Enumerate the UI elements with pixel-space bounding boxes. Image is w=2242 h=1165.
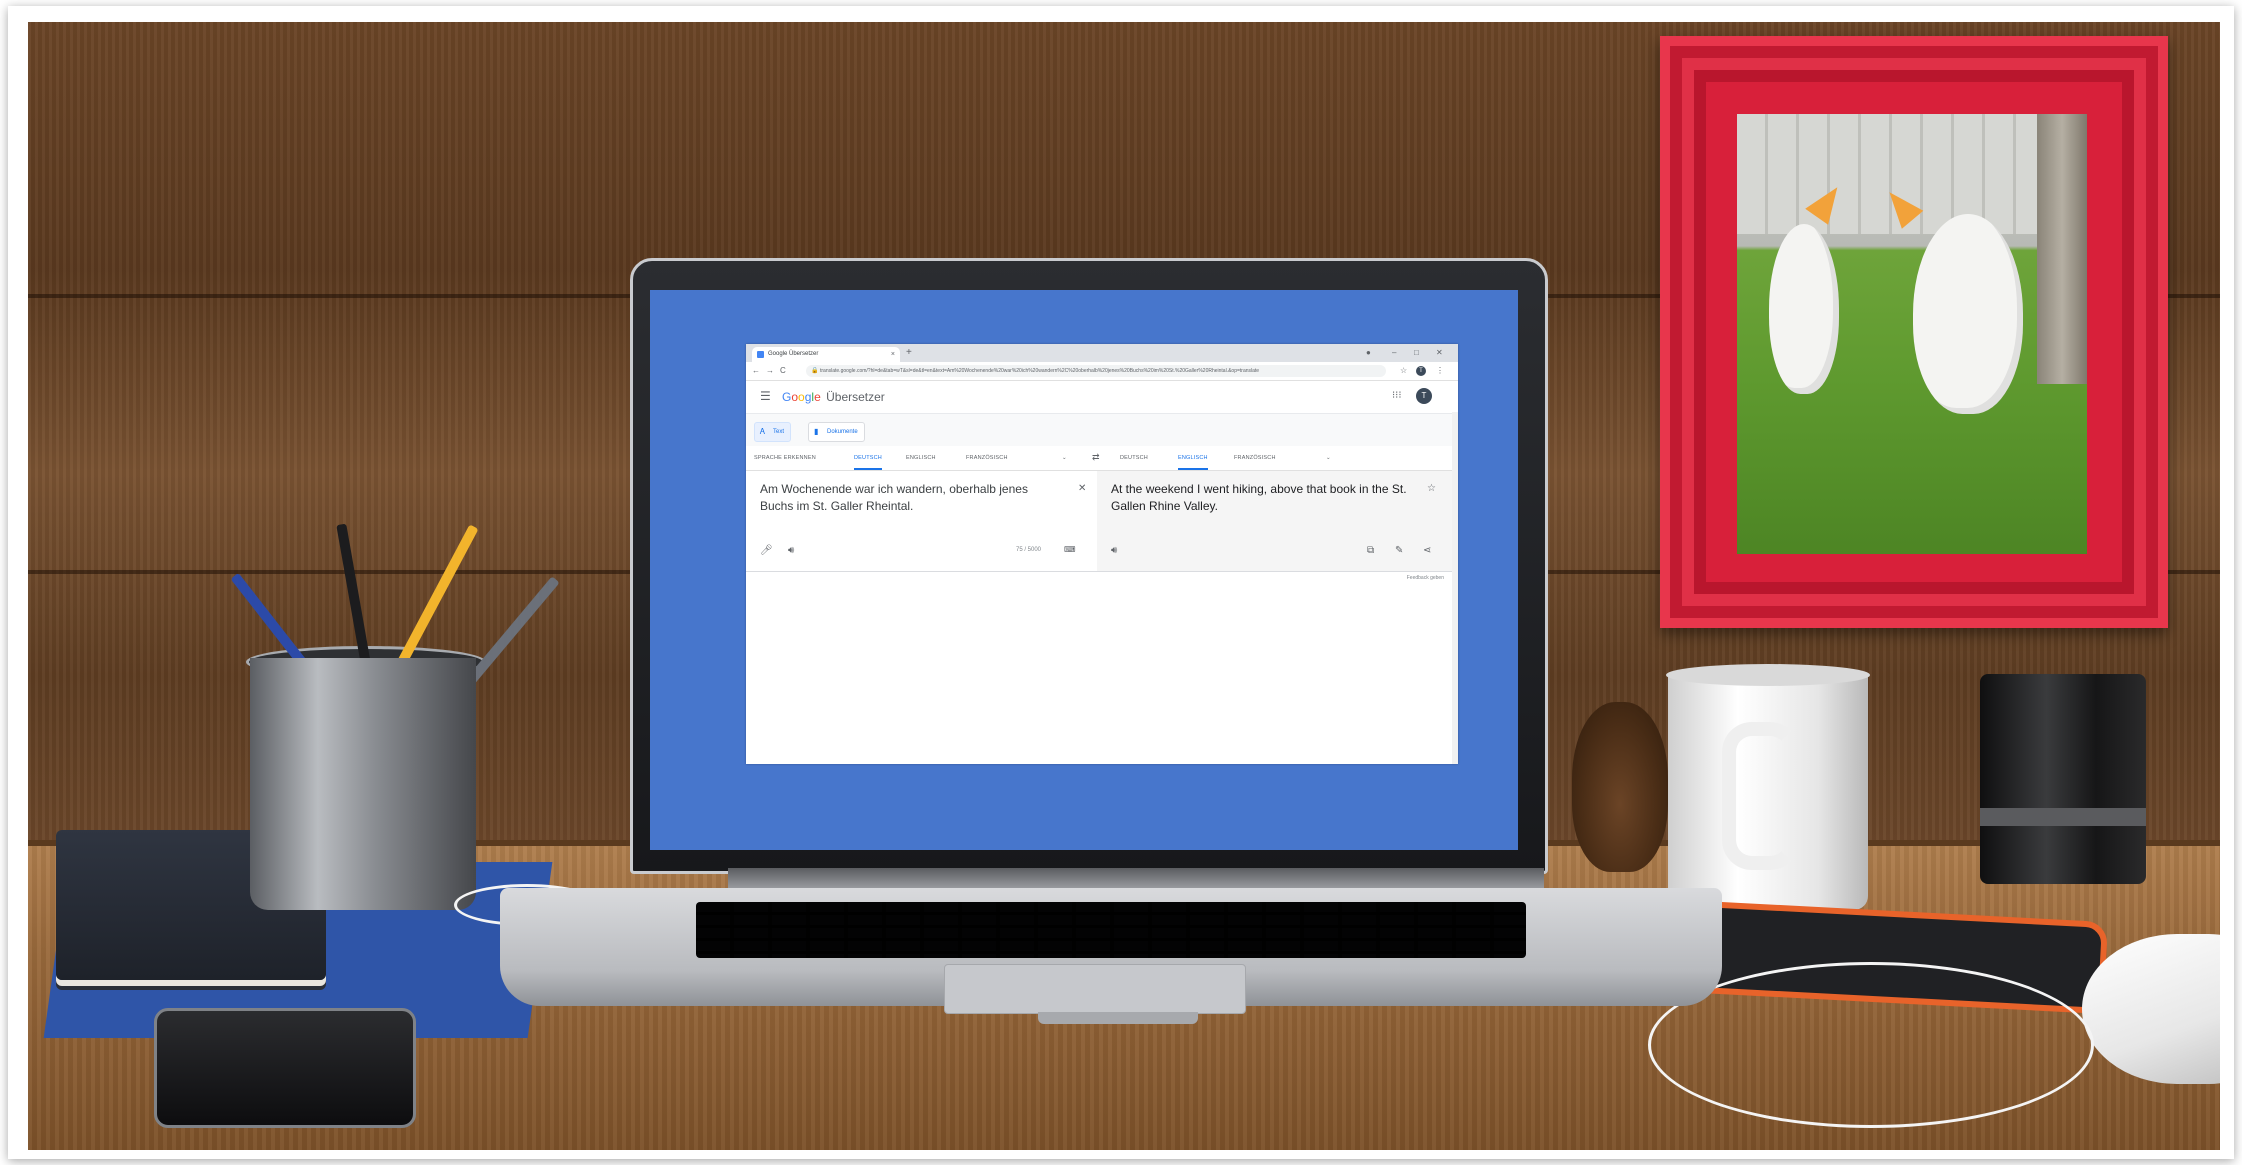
translate-icon: Ꭺ — [760, 427, 766, 436]
character-count: 75 / 5000 — [1016, 547, 1042, 553]
camera-lens — [1980, 674, 2146, 884]
target-lang-english[interactable]: ENGLISCH — [1178, 446, 1208, 470]
laptop-trackpad[interactable] — [944, 964, 1246, 1014]
feedback-link[interactable]: Feedback geben — [1407, 575, 1444, 581]
browser-window: Google Übersetzer × + ● – □ ✕ ← → C 🔒 tr… — [746, 344, 1458, 764]
browser-tab[interactable]: Google Übersetzer × — [752, 347, 900, 362]
documents-mode-label: Dokumente — [827, 429, 858, 435]
tab-strip: Google Übersetzer × + ● – □ ✕ — [746, 344, 1458, 362]
address-bar-row: ← → C 🔒 translate.google.com/?hl=de&tab=… — [746, 362, 1458, 381]
account-avatar[interactable]: T — [1416, 388, 1432, 404]
feedback-row: Feedback geben — [746, 572, 1458, 588]
source-lang-english[interactable]: ENGLISCH — [906, 446, 936, 470]
tab-close-button[interactable]: × — [891, 347, 895, 362]
google-translate-logo[interactable]: Google Übersetzer — [782, 390, 885, 404]
smartphone — [154, 1008, 416, 1128]
camera-lens-ring — [1980, 808, 2146, 826]
source-pane: Am Wochenende war ich wandern, oberhalb … — [746, 471, 1096, 571]
language-bar: SPRACHE ERKENNEN DEUTSCH ENGLISCH FRANZÖ… — [746, 446, 1458, 471]
red-picture-frame — [1660, 36, 2168, 628]
swap-languages-icon[interactable]: ⇄ — [1092, 452, 1100, 463]
page-scrollbar[interactable] — [1452, 412, 1458, 764]
profile-avatar[interactable]: T — [1416, 366, 1426, 376]
copy-icon[interactable]: ⧉ — [1367, 545, 1374, 556]
document-icon: ▮ — [814, 427, 819, 436]
logo-letter: e — [814, 390, 821, 404]
tab-title: Google Übersetzer — [768, 351, 819, 357]
share-icon[interactable]: ⋖ — [1423, 545, 1431, 556]
source-textarea[interactable]: Am Wochenende war ich wandern, oberhalb … — [760, 481, 1060, 515]
browser-menu-icon[interactable]: ⋮ — [1436, 365, 1444, 377]
duck-right — [1913, 214, 2023, 414]
translation-output: At the weekend I went hiking, above that… — [1111, 482, 1407, 513]
product-name: Übersetzer — [826, 390, 885, 404]
minimize-button[interactable]: – — [1392, 346, 1396, 360]
back-button[interactable]: ← — [752, 365, 760, 377]
target-lang-more-chevron-icon[interactable]: ⌄ — [1326, 446, 1331, 470]
metal-pen-cup — [250, 658, 476, 910]
source-lang-german[interactable]: DEUTSCH — [854, 446, 882, 470]
source-lang-detect[interactable]: SPRACHE ERKENNEN — [754, 446, 816, 470]
mug-rim — [1666, 664, 1870, 686]
address-url: translate.google.com/?hl=de&tab=wT&sl=de… — [820, 368, 1260, 374]
new-tab-button[interactable]: + — [906, 346, 912, 360]
desk-scene: Google Übersetzer × + ● – □ ✕ ← → C 🔒 tr… — [28, 22, 2220, 1150]
close-window-button[interactable]: ✕ — [1436, 346, 1443, 360]
source-lang-more-chevron-icon[interactable]: ⌄ — [1062, 446, 1067, 470]
save-star-icon[interactable]: ☆ — [1427, 483, 1436, 494]
framed-photo-geese — [1737, 114, 2087, 554]
translate-favicon-icon — [757, 351, 764, 358]
listen-source-icon[interactable]: 🔊︎ — [788, 545, 794, 556]
logo-letter: o — [798, 390, 805, 404]
menu-icon[interactable]: ☰ — [760, 389, 771, 403]
text-mode-label: Text — [773, 429, 785, 435]
forward-button[interactable]: → — [766, 365, 774, 377]
laptop-hinge — [728, 868, 1544, 890]
reload-button[interactable]: C — [780, 365, 786, 377]
text-mode-button[interactable]: Ꭺ Text — [754, 422, 792, 442]
translation-panes: Am Wochenende war ich wandern, oberhalb … — [746, 471, 1458, 572]
edit-pencil-icon[interactable]: ✎ — [1395, 545, 1403, 556]
address-input[interactable]: 🔒 translate.google.com/?hl=de&tab=wT&sl=… — [806, 365, 1386, 377]
mug-handle — [1722, 722, 1800, 870]
target-lang-german[interactable]: DEUTSCH — [1120, 446, 1148, 470]
tree-trunk — [2037, 114, 2087, 384]
clear-source-button[interactable]: ✕ — [1078, 483, 1086, 494]
source-lang-french[interactable]: FRANZÖSISCH — [966, 446, 1008, 470]
profile-icon[interactable]: ● — [1366, 346, 1371, 360]
mode-selector: Ꭺ Text ▮ Dokumente — [746, 414, 1458, 446]
target-lang-french[interactable]: FRANZÖSISCH — [1234, 446, 1276, 470]
pinecone — [1572, 702, 1668, 872]
lock-icon: 🔒 — [811, 368, 819, 374]
microphone-icon[interactable]: 🎤︎ — [760, 545, 773, 556]
duck-left — [1769, 224, 1839, 394]
laptop-base-lip — [1038, 1012, 1198, 1024]
bookmark-star-icon[interactable]: ☆ — [1400, 365, 1407, 377]
maximize-button[interactable]: □ — [1414, 346, 1419, 360]
keyboard-icon[interactable]: ⌨ — [1064, 545, 1076, 554]
documents-mode-button[interactable]: ▮ Dokumente — [808, 422, 865, 442]
target-pane: At the weekend I went hiking, above that… — [1097, 471, 1458, 571]
laptop-keyboard — [696, 902, 1526, 958]
app-header: ☰ Google Übersetzer ⁝⁝⁝ T — [746, 381, 1458, 414]
logo-letter: G — [782, 390, 792, 404]
apps-grid-icon[interactable]: ⁝⁝⁝ — [1392, 390, 1402, 401]
listen-translation-icon[interactable]: 🔊︎ — [1111, 545, 1117, 556]
